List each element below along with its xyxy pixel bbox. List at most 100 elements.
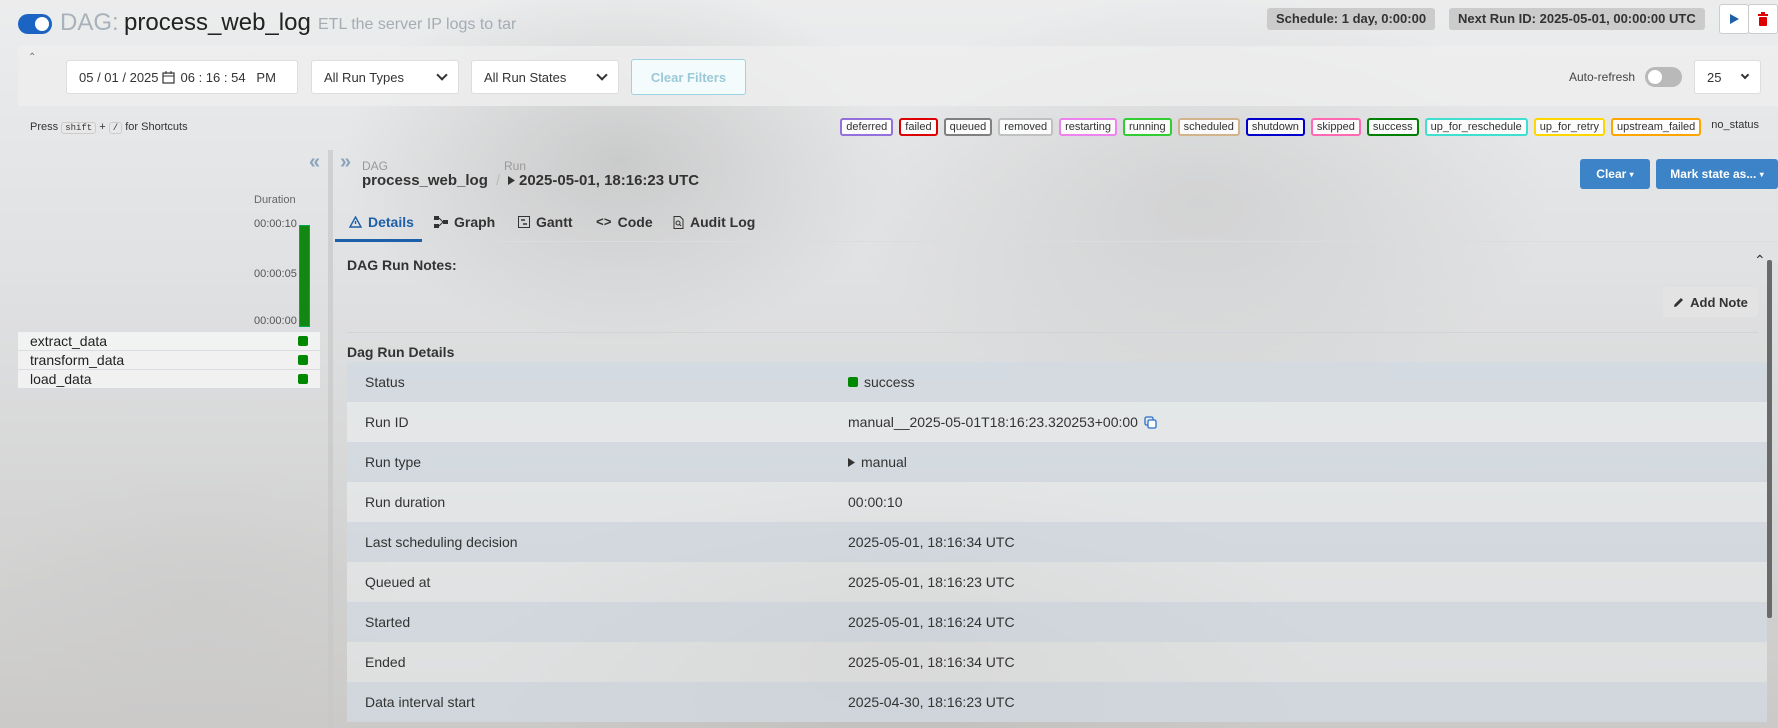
slash-key: / [108, 122, 123, 134]
detail-key: Last scheduling decision [365, 534, 518, 550]
duration-label: Duration [254, 194, 296, 206]
detail-value: 2025-05-01, 18:16:34 UTC [848, 534, 1015, 550]
play-icon [1730, 14, 1739, 24]
run-state-select[interactable]: All Run States [471, 60, 619, 94]
breadcrumb-dag[interactable]: process_web_log [362, 172, 488, 189]
breadcrumb-run[interactable]: 2025-05-01, 18:16:23 UTC [508, 172, 699, 189]
legend-restarting[interactable]: restarting [1059, 118, 1117, 136]
detail-key: Ended [365, 654, 406, 670]
shortcuts-press-text: Press [30, 121, 59, 133]
dag-prefix: DAG: [60, 9, 119, 36]
delete-dag-button[interactable] [1748, 4, 1778, 34]
legend-skipped[interactable]: skipped [1310, 118, 1361, 136]
chevron-down-icon [1740, 70, 1750, 80]
detail-value: 2025-04-30, 18:16:23 UTC [848, 694, 1015, 710]
clear-filters-button[interactable]: Clear Filters [631, 59, 746, 95]
table-row: Last scheduling decision 2025-05-01, 18:… [347, 522, 1767, 562]
clear-label: Clear [1596, 167, 1627, 181]
expand-grid-icon[interactable]: » [340, 151, 351, 174]
copy-icon[interactable] [1144, 415, 1157, 429]
run-type-value: All Run Types [324, 69, 404, 85]
tab-label: Code [617, 214, 653, 230]
duration-tick: 00:00:00 [254, 315, 297, 327]
collapse-notes-icon[interactable]: ⌃ [1754, 252, 1766, 269]
legend-running[interactable]: running [1122, 118, 1172, 136]
dag-pause-toggle[interactable] [18, 14, 52, 34]
play-icon [848, 457, 855, 467]
trigger-dag-button[interactable] [1719, 4, 1749, 34]
detail-value: 2025-05-01, 18:16:23 UTC [848, 574, 1015, 590]
legend-deferred[interactable]: deferred [840, 118, 894, 136]
clear-dropdown-button[interactable]: Clear ▾ [1580, 159, 1650, 189]
run-duration-bar[interactable] [299, 225, 310, 327]
dag-title: process_web_log [124, 9, 311, 36]
tab-gantt[interactable]: Gantt [518, 214, 573, 230]
collapse-filters-icon[interactable]: ⌃ [28, 52, 36, 63]
execution-date-input[interactable]: 05 / 01 / 2025 06 : 16 : 54 PM [66, 60, 298, 94]
tab-graph[interactable]: Graph [434, 214, 495, 230]
task-instance-success[interactable] [298, 374, 308, 384]
caret-down-icon: ▾ [1629, 169, 1634, 179]
collapse-grid-icon[interactable]: « [309, 151, 320, 174]
code-icon: <> [596, 214, 612, 230]
legend-success[interactable]: success [1366, 118, 1419, 136]
detail-key: Queued at [365, 574, 431, 590]
task-row[interactable]: extract_data [18, 332, 320, 351]
detail-value: success [848, 374, 915, 390]
dag-run-notes-title: DAG Run Notes: [347, 257, 457, 273]
tab-code[interactable]: <> Code [596, 214, 653, 230]
breadcrumb-separator: / [496, 172, 501, 189]
task-instance-success[interactable] [298, 355, 308, 365]
auto-refresh-toggle[interactable] [1645, 67, 1682, 87]
details-scrollbar[interactable] [1767, 260, 1772, 618]
table-row: Data interval start 2025-04-30, 18:16:23… [347, 682, 1767, 722]
duration-tick: 00:00:05 [254, 268, 297, 280]
success-status-square [848, 377, 858, 387]
legend-removed[interactable]: removed [998, 118, 1054, 136]
table-row: Started 2025-05-01, 18:16:24 UTC [347, 602, 1767, 642]
legend-scheduled[interactable]: scheduled [1177, 118, 1240, 136]
run-type-value: manual [861, 454, 907, 470]
panel-resize-handle[interactable] [328, 150, 333, 728]
legend-queued[interactable]: queued [943, 118, 993, 136]
tab-label: Details [368, 214, 414, 230]
next-run-badge[interactable]: Next Run ID: 2025-05-01, 00:00:00 UTC [1449, 8, 1705, 30]
task-row[interactable]: load_data [18, 370, 320, 389]
legend-shutdown[interactable]: shutdown [1245, 118, 1305, 136]
breadcrumb-run-value: 2025-05-01, 18:16:23 UTC [519, 172, 700, 189]
table-row: Ended 2025-05-01, 18:16:34 UTC [347, 642, 1767, 682]
schedule-badge[interactable]: Schedule: 1 day, 0:00:00 [1267, 8, 1436, 30]
mark-state-dropdown-button[interactable]: Mark state as... ▾ [1656, 159, 1778, 189]
add-note-button[interactable]: Add Note [1663, 287, 1758, 317]
status-value: success [864, 374, 915, 390]
graph-icon [434, 216, 448, 228]
task-row[interactable]: transform_data [18, 351, 320, 370]
run-type-select[interactable]: All Run Types [311, 60, 459, 94]
duration-tick: 00:00:10 [254, 218, 297, 230]
task-instance-success[interactable] [298, 336, 308, 346]
chevron-down-icon [596, 69, 608, 81]
breadcrumb-dag-label: DAG [362, 159, 389, 173]
tab-details[interactable]: Details [349, 214, 414, 230]
caret-down-icon: ▾ [1759, 169, 1764, 179]
detail-value: 2025-05-01, 18:16:24 UTC [848, 614, 1015, 630]
tab-audit-log[interactable]: Audit Log [673, 214, 755, 230]
detail-key: Run type [365, 454, 422, 470]
legend-upstream-failed[interactable]: upstream_failed [1611, 118, 1702, 136]
shortcuts-hint: Press shift + / for Shortcuts [30, 121, 188, 134]
active-tab-indicator [335, 239, 422, 242]
detail-key: Run duration [365, 494, 446, 510]
legend-failed[interactable]: failed [899, 118, 938, 136]
task-name: load_data [30, 371, 92, 387]
calendar-icon[interactable] [161, 70, 175, 84]
table-row: Run ID manual__2025-05-01T18:16:23.32025… [347, 402, 1767, 442]
shortcuts-for-text: for Shortcuts [125, 121, 188, 133]
play-icon [508, 176, 515, 185]
section-divider [347, 332, 1758, 333]
legend-up-for-reschedule[interactable]: up_for_reschedule [1424, 118, 1528, 136]
legend-up-for-retry[interactable]: up_for_retry [1533, 118, 1606, 136]
table-row: Status success [347, 362, 1767, 402]
page-size-select[interactable]: 25 [1694, 60, 1761, 94]
shift-key: shift [61, 122, 97, 134]
legend-no-status[interactable]: no_status [1707, 118, 1763, 136]
